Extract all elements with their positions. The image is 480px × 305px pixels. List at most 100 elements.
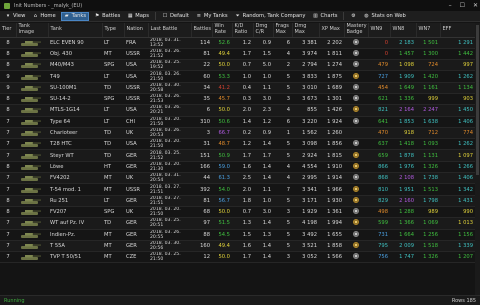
table-row[interactable]: 8 M40/M43 SPG USA 2018. 03. 25. 19:52 22 50.0 0…: [0, 59, 475, 72]
table-row[interactable]: 8 Löwe HT GER 2018. 03. 20. 21:30 166 59.0 1.6 1…: [0, 161, 475, 174]
cell-frags: 6: [273, 37, 292, 49]
cell-wn8: 1 336: [390, 93, 416, 106]
row-count: Rows 185: [451, 297, 476, 304]
table-row[interactable]: 7 FV4202 MT UK 2018. 03. 31. 20:54 44 61.3 2.5 1…: [0, 172, 475, 185]
toolbar-button-my-tanks[interactable]: ≡ My Tanks: [194, 12, 230, 21]
table-row[interactable]: 7 Indien-Pz. MT GER 2018. 03. 26. 20:55 88 54.…: [0, 229, 475, 241]
globe-icon: ◍: [364, 13, 369, 19]
toolbar-button-random-tank-company[interactable]: ⏷ Random, Tank Company: [233, 12, 308, 21]
cell-wn8: 1 853: [390, 116, 416, 128]
toolbar-button-maps[interactable]: ▦ Maps: [125, 12, 151, 21]
cell-dmgmax: 2 995: [292, 172, 319, 185]
cell-mastery-badge: [344, 161, 368, 174]
maximize-icon[interactable]: ☐: [460, 2, 465, 9]
table-row[interactable]: 8 MTLS-1G14 LT USA 2018. 03. 26. 20:21 6 50.0 2…: [0, 104, 475, 117]
table-row[interactable]: 7 Charioteer TD UK 2018. 03. 26. 20:53 3 66.7 0…: [0, 127, 475, 140]
cell-battles: 310: [191, 116, 212, 128]
table-row[interactable]: 7 Steyr WT TD GER 2018. 03. 25. 21:52 151 50.9…: [0, 149, 475, 162]
cell-dmg: 1.7: [253, 149, 273, 162]
toolbar-button-tanks[interactable]: ▰ Tanks: [60, 11, 90, 21]
cell-tank-image: [16, 116, 48, 128]
cell-wn9: 659: [368, 149, 390, 162]
minimize-icon[interactable]: –: [449, 2, 452, 9]
mastery-badge-icon: [353, 162, 359, 169]
cell-kd: 1.3: [232, 217, 253, 230]
table-row[interactable]: 8 FV207 SPG UK 2018. 03. 20. 21:50 68 50.0 0.7 3…: [0, 206, 475, 219]
column-header-k-d-ratio[interactable]: K/D Ratio: [232, 23, 254, 38]
column-header-eff[interactable]: EFF: [440, 23, 475, 38]
toolbar-button-view[interactable]: ▾ View: [3, 12, 27, 21]
mastery-badge-icon: [353, 61, 359, 68]
cell-xp: 1 875: [319, 70, 344, 83]
cell-nation: GER: [124, 161, 148, 174]
cell-dmg: 1.4: [253, 138, 273, 151]
cell-dmg: 1.0: [253, 70, 273, 83]
cell-wn9: 727: [368, 70, 390, 83]
vertical-scrollbar[interactable]: [475, 23, 480, 295]
column-header-dmg-c-r[interactable]: Dmg C/R: [253, 23, 274, 38]
cell-dmg: 0.9: [253, 37, 273, 49]
cell-dmg: 1.1: [253, 183, 273, 196]
table-row[interactable]: 7 WT auf Pz. IV TD GER 2018. 03. 25. 20:51 97…: [0, 217, 475, 230]
table-row[interactable]: 7 Type 64 LT CHI 2018. 03. 20. 21:50 310 50.6 1…: [0, 116, 475, 128]
column-header-win-rate[interactable]: Win Rate: [212, 23, 233, 38]
column-header-battles[interactable]: Battles: [191, 23, 213, 38]
column-header-last-battle[interactable]: Last Battle: [148, 23, 192, 38]
column-header-tier[interactable]: Tier: [0, 23, 17, 38]
column-header-frags-max[interactable]: Frags Max: [273, 23, 293, 38]
column-header-wn9[interactable]: WN9: [368, 23, 391, 38]
column-header-nation[interactable]: Nation: [124, 23, 149, 38]
cell-wr: 59.0: [212, 161, 232, 174]
cell-wn9: 637: [368, 138, 390, 151]
table-row[interactable]: 8 SU-14-2 SPG USSR 2018. 03. 26. 21:53 35 45.7…: [0, 93, 475, 106]
table-row[interactable]: 9 T49 LT USA 2018. 03. 26. 21:50 60 53.3 1.0 1.0…: [0, 70, 475, 83]
column-header-tank-image[interactable]: Tank Image: [16, 23, 49, 38]
table-row[interactable]: 7 TVP T 50/51 MT CZE 2018. 03. 25. 21:50 12 50…: [0, 251, 475, 264]
cell-date: 2018. 03. 20. 21:50: [148, 206, 191, 219]
cell-nation: USA: [124, 70, 148, 83]
toolbar-button-charts[interactable]: ▥ Charts: [310, 12, 339, 21]
cell-nation: USA: [124, 104, 148, 117]
cell-tank: Type 64: [48, 116, 102, 128]
table-row[interactable]: 8 Obj. 430 MT USSR 2018. 03. 26. 21:52 81 49.4…: [0, 48, 475, 61]
column-header-tank[interactable]: Tank: [48, 23, 103, 38]
cell-wn9: 868: [368, 172, 390, 185]
cell-dmg: 2.3: [253, 104, 273, 117]
tank-image-icon: [21, 243, 41, 249]
cell-date: 2018. 03. 26. 21:52: [148, 48, 191, 61]
table-row[interactable]: 8 ELC EVEN 90 LT FRA 2018. 03. 31. 13:52 114 5…: [0, 37, 475, 49]
cell-battles: 35: [191, 93, 212, 106]
table-row[interactable]: 7 T-54 mod. 1 MT USSR 2018. 03. 27. 21:51 392…: [0, 183, 475, 196]
window-controls: – ☐ ✕: [449, 0, 478, 11]
cell-xp: 1 858: [319, 240, 344, 253]
table-row[interactable]: 9 SU-100M1 TD USSR 2018. 03. 30. 20:58 34 41.2…: [0, 82, 475, 94]
cell-tier: 7: [0, 240, 16, 253]
table-row[interactable]: 8 Ru 251 LT GER 2018. 03. 27. 21:51 81 56.7 1.8…: [0, 195, 475, 207]
cell-tank-image: [16, 161, 48, 174]
table-row[interactable]: 7 T28 HTC TD USA 2018. 03. 20. 21:50 31 48.7 1.…: [0, 138, 475, 151]
toolbar-button-home[interactable]: ⌂ Home: [30, 12, 57, 21]
scrollbar-thumb[interactable]: [476, 25, 479, 175]
cell-dmgmax: 3 381: [292, 37, 319, 49]
close-icon[interactable]: ✕: [473, 2, 478, 9]
toolbar-button-default[interactable]: ☐ Default: [160, 12, 191, 21]
tank-image-icon: [21, 85, 41, 91]
column-header-mastery-badge[interactable]: Mastery Badge: [344, 23, 369, 38]
cell-frags: 5: [273, 217, 292, 230]
cell-tank: Ru 251: [48, 195, 102, 207]
cell-wn8: 2 009: [390, 240, 416, 253]
column-header-wn8[interactable]: WN8: [390, 23, 417, 38]
toolbar-button-battles[interactable]: ⚑ Battles: [92, 12, 122, 21]
column-header-dmg-max[interactable]: Dmg Max: [292, 23, 320, 38]
cell-tank: M40/M43: [48, 59, 102, 72]
cell-tank-image: [16, 172, 48, 185]
column-header-type[interactable]: Type: [102, 23, 125, 38]
toolbar-button-settings[interactable]: ⚙: [348, 12, 358, 21]
toolbar-button-stats-on-web[interactable]: ◍ Stats on Web: [361, 12, 407, 21]
column-header-wn7[interactable]: WN7: [416, 23, 441, 38]
cell-type: HT: [102, 161, 124, 174]
table-row[interactable]: 7 T 55A MT GER 2018. 03. 30. 20:56 160 49.4 1.6…: [0, 240, 475, 253]
cell-date: 2018. 03. 26. 21:53: [148, 93, 191, 106]
cell-wn7: 1 798: [416, 195, 440, 207]
column-header-xp-max[interactable]: XP Max: [319, 23, 345, 38]
